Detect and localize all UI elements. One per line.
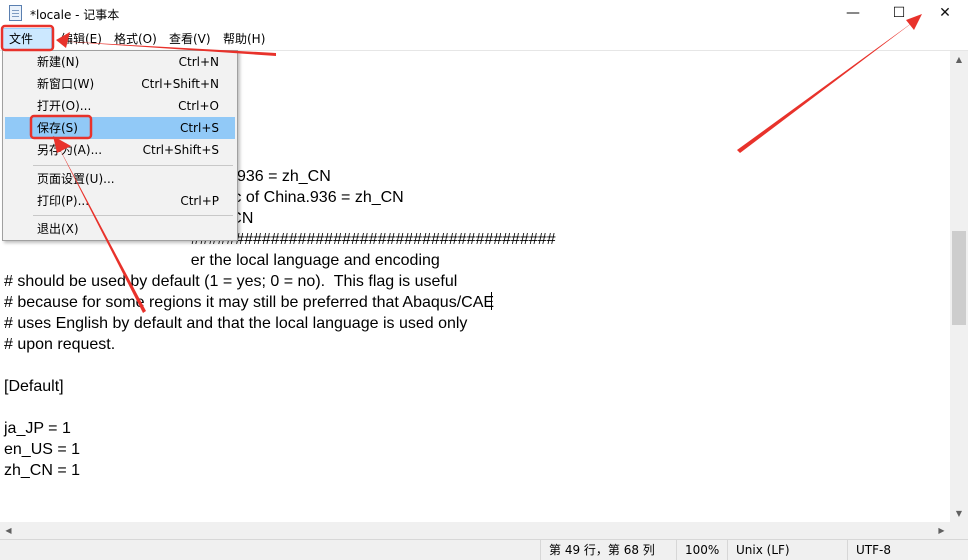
status-line-ending: Unix (LF) <box>727 540 847 560</box>
menu-item-label: 保存(S) <box>37 121 78 135</box>
vertical-scroll-thumb[interactable] <box>952 231 966 325</box>
scroll-left-arrow-icon[interactable]: ◀ <box>0 522 17 539</box>
status-cursor-position: 第 49 行，第 68 列 <box>540 540 676 560</box>
scroll-down-arrow-icon[interactable]: ▼ <box>950 505 968 522</box>
menu-item-label: 另存为(A)... <box>37 143 103 157</box>
menu-separator <box>33 165 233 166</box>
status-encoding: UTF-8 <box>847 540 968 560</box>
menu-view[interactable]: 查看(V) <box>163 28 217 50</box>
title-bar: *locale - 记事本 — ☐ ✕ <box>0 0 968 28</box>
menu-item-new-window[interactable]: 新窗口(W) Ctrl+Shift+N <box>5 73 235 95</box>
menu-item-page-setup[interactable]: 页面设置(U)... <box>5 168 235 190</box>
menu-item-label: 新建(N) <box>37 55 80 69</box>
menu-item-label: 页面设置(U)... <box>37 172 115 186</box>
text-caret <box>491 292 492 310</box>
menu-item-shortcut: Ctrl+O <box>178 99 219 113</box>
menu-item-shortcut: Ctrl+P <box>180 194 219 208</box>
menu-help[interactable]: 帮助(H) <box>217 28 271 50</box>
menu-edit[interactable]: 编辑(E) <box>55 28 108 50</box>
minimize-button[interactable]: — <box>830 0 876 28</box>
window-title: *locale - 记事本 <box>30 8 120 22</box>
menu-item-exit[interactable]: 退出(X) <box>5 218 235 240</box>
notepad-icon <box>9 5 22 21</box>
menu-bar: 文件(F) 编辑(E) 格式(O) 查看(V) 帮助(H) <box>0 28 968 66</box>
scroll-right-arrow-icon[interactable]: ▶ <box>933 522 950 539</box>
menu-item-shortcut: Ctrl+Shift+N <box>141 77 219 91</box>
menu-item-shortcut: Ctrl+Shift+S <box>142 143 219 157</box>
menu-item-print[interactable]: 打印(P)... Ctrl+P <box>5 190 235 212</box>
menu-item-save-as[interactable]: 另存为(A)... Ctrl+Shift+S <box>5 139 235 161</box>
status-zoom: 100% <box>676 540 727 560</box>
menu-item-save[interactable]: 保存(S) Ctrl+S <box>5 117 235 139</box>
maximize-button[interactable]: ☐ <box>876 0 922 28</box>
menu-item-shortcut: Ctrl+N <box>178 55 219 69</box>
menu-item-label: 新窗口(W) <box>37 77 95 91</box>
scrollbar-corner <box>950 522 968 539</box>
vertical-scrollbar[interactable]: ▲ ▼ <box>950 51 968 522</box>
scroll-up-arrow-icon[interactable]: ▲ <box>950 51 968 68</box>
close-button[interactable]: ✕ <box>922 0 968 28</box>
menu-separator <box>33 215 233 216</box>
menu-item-new[interactable]: 新建(N) Ctrl+N <box>5 51 235 73</box>
menu-item-label: 退出(X) <box>37 222 79 236</box>
file-dropdown-menu: 新建(N) Ctrl+N 新窗口(W) Ctrl+Shift+N 打开(O)..… <box>2 50 238 241</box>
menu-item-label: 打印(P)... <box>37 194 90 208</box>
menu-item-open[interactable]: 打开(O)... Ctrl+O <box>5 95 235 117</box>
menu-format[interactable]: 格式(O) <box>108 28 163 50</box>
status-bar: 第 49 行，第 68 列 100% Unix (LF) UTF-8 <box>0 539 968 560</box>
horizontal-scrollbar[interactable]: ◀ ▶ <box>0 522 950 539</box>
menu-item-label: 打开(O)... <box>37 99 92 113</box>
menu-file[interactable]: 文件(F) <box>2 28 52 66</box>
menu-item-shortcut: Ctrl+S <box>179 121 219 135</box>
